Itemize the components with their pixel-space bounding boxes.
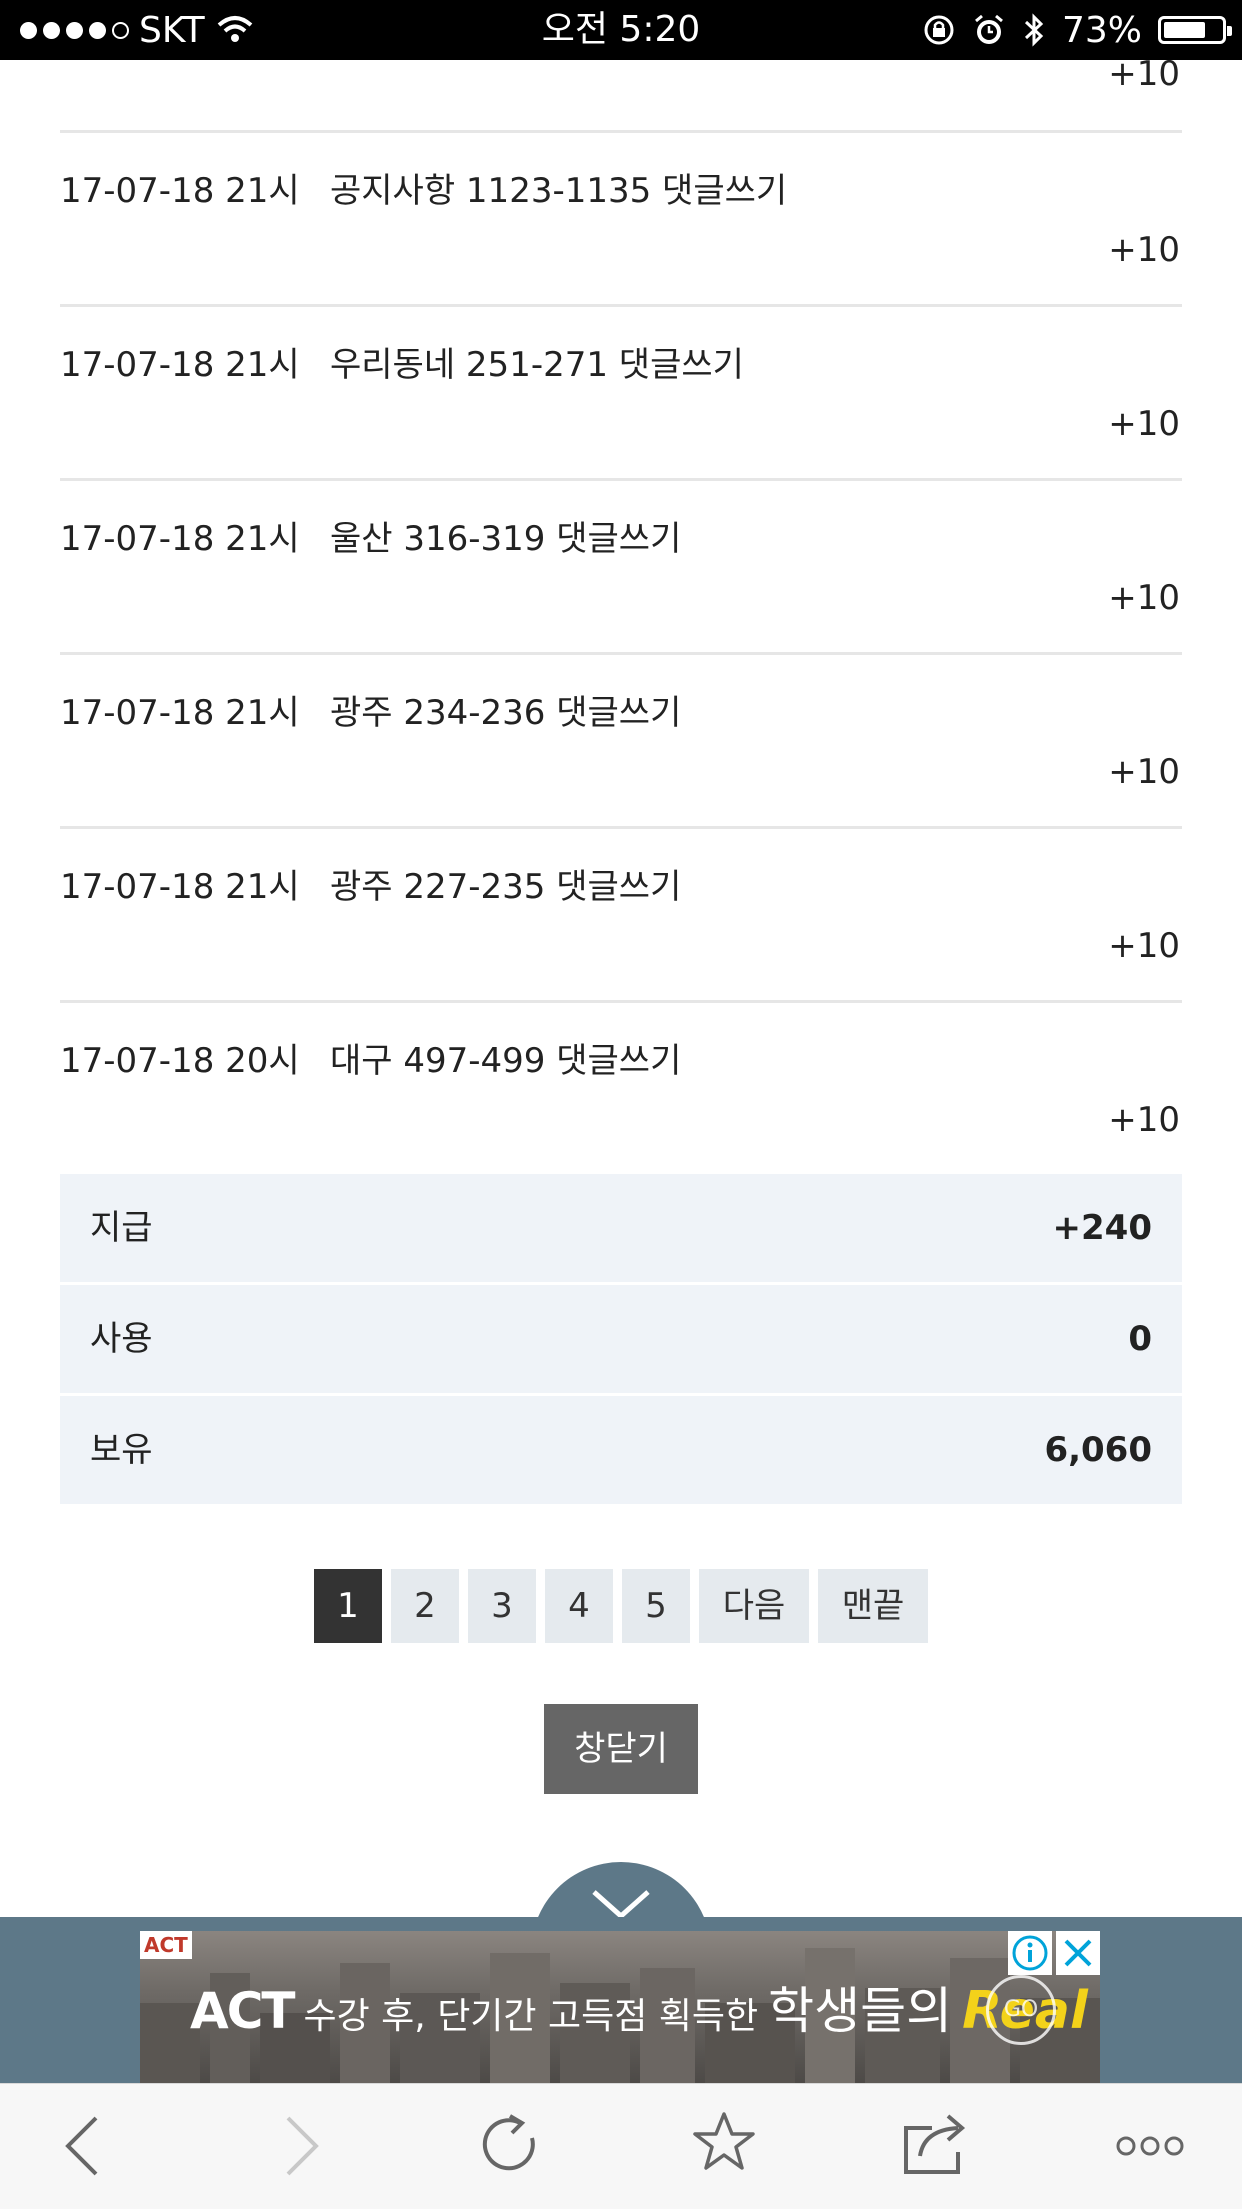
- summary-value: 0: [1128, 1319, 1152, 1359]
- more-icon[interactable]: [1116, 2134, 1184, 2158]
- list-item: 17-07-18 20시 대구 497-499 댓글쓰기 +10: [60, 1003, 1182, 1177]
- history-description: 울산 316-319 댓글쓰기: [330, 519, 682, 559]
- history-date: 17-07-18 21시: [60, 693, 300, 733]
- status-right: 73%: [922, 0, 1232, 60]
- history-date: 17-07-18 21시: [60, 867, 300, 907]
- summary-label: 보유: [90, 1430, 153, 1470]
- ad-banner[interactable]: ACT ACT 수강 후, 단기간 고득점 획득한 학생들의 Real 후기 G…: [140, 1931, 1100, 2083]
- points-history-list: +10 17-07-18 21시 공지사항 1123-1135 댓글쓰기 +10…: [60, 54, 1182, 1177]
- page-button-4[interactable]: 4: [545, 1569, 613, 1643]
- ad-banner-container: ACT ACT 수강 후, 단기간 고득점 획득한 학생들의 Real 후기 G…: [0, 1917, 1242, 2083]
- ad-close-icon[interactable]: [1056, 1931, 1100, 1975]
- ad-go-button[interactable]: GO: [986, 1975, 1056, 2045]
- summary-paid-row: 지급 +240: [60, 1174, 1182, 1282]
- page-button-5[interactable]: 5: [622, 1569, 690, 1643]
- history-description: 우리동네 251-271 댓글쓰기: [330, 345, 744, 385]
- share-icon[interactable]: [902, 2108, 972, 2176]
- list-item: 17-07-18 21시 울산 316-319 댓글쓰기 +10: [60, 481, 1182, 655]
- ad-text-end: 후기: [1098, 1971, 1100, 2043]
- summary-used-row: 사용 0: [60, 1285, 1182, 1393]
- ad-text-big: 학생들의: [768, 1982, 953, 2040]
- bluetooth-icon: [1024, 13, 1044, 47]
- ad-brand: ACT: [190, 1982, 295, 2040]
- points-value: +10: [1108, 926, 1180, 966]
- page-button-3[interactable]: 3: [468, 1569, 536, 1643]
- ad-logo: ACT: [140, 1931, 192, 1959]
- summary-value: +240: [1052, 1208, 1152, 1248]
- star-icon[interactable]: [692, 2110, 756, 2174]
- summary-label: 지급: [90, 1208, 153, 1248]
- browser-toolbar: [0, 2083, 1242, 2209]
- status-bar: SKT 오전 5:20 73%: [0, 0, 1242, 60]
- close-window-button[interactable]: 창닫기: [544, 1704, 698, 1794]
- page-button-1[interactable]: 1: [314, 1569, 382, 1643]
- history-date: 17-07-18 21시: [60, 519, 300, 559]
- forward-icon[interactable]: [280, 2114, 324, 2178]
- points-value: +10: [1108, 404, 1180, 444]
- page-button-2[interactable]: 2: [391, 1569, 459, 1643]
- next-page-button[interactable]: 다음: [699, 1569, 809, 1643]
- reload-icon[interactable]: [480, 2112, 544, 2178]
- list-item: +10: [60, 54, 1182, 133]
- summary-held-row: 보유 6,060: [60, 1396, 1182, 1504]
- history-description: 광주 234-236 댓글쓰기: [330, 693, 682, 733]
- list-item: 17-07-18 21시 우리동네 251-271 댓글쓰기 +10: [60, 307, 1182, 481]
- history-description: 광주 227-235 댓글쓰기: [330, 867, 682, 907]
- last-page-button[interactable]: 맨끝: [818, 1569, 928, 1643]
- list-item: 17-07-18 21시 광주 227-235 댓글쓰기 +10: [60, 829, 1182, 1003]
- points-value: +10: [1108, 1100, 1180, 1140]
- battery-icon: [1158, 16, 1232, 44]
- summary-value: 6,060: [1044, 1430, 1152, 1470]
- points-value: +10: [1108, 752, 1180, 792]
- battery-percent: 73%: [1061, 9, 1142, 51]
- list-item: 17-07-18 21시 공지사항 1123-1135 댓글쓰기 +10: [60, 133, 1182, 307]
- back-icon[interactable]: [60, 2114, 104, 2178]
- ad-text-small: 수강 후, 단기간 고득점 획득한: [303, 1996, 759, 2037]
- history-date: 17-07-18 21시: [60, 171, 300, 211]
- history-description: 공지사항 1123-1135 댓글쓰기: [330, 171, 788, 211]
- history-date: 17-07-18 21시: [60, 345, 300, 385]
- history-date: 17-07-18 20시: [60, 1041, 300, 1081]
- alarm-icon: [975, 14, 1003, 44]
- ad-info-icon[interactable]: [1008, 1931, 1052, 1975]
- ad-text: ACT 수강 후, 단기간 고득점 획득한 학생들의 Real 후기: [190, 1971, 1100, 2043]
- summary-label: 사용: [90, 1319, 153, 1359]
- pagination: 1 2 3 4 5 다음 맨끝: [0, 1569, 1242, 1643]
- points-value: +10: [1108, 230, 1180, 270]
- points-summary: 지급 +240 사용 0 보유 6,060: [60, 1174, 1182, 1507]
- history-description: 대구 497-499 댓글쓰기: [330, 1041, 682, 1081]
- points-value: +10: [1108, 578, 1180, 618]
- list-item: 17-07-18 21시 광주 234-236 댓글쓰기 +10: [60, 655, 1182, 829]
- rotation-lock-icon: [924, 15, 954, 45]
- points-value: +10: [1108, 54, 1180, 94]
